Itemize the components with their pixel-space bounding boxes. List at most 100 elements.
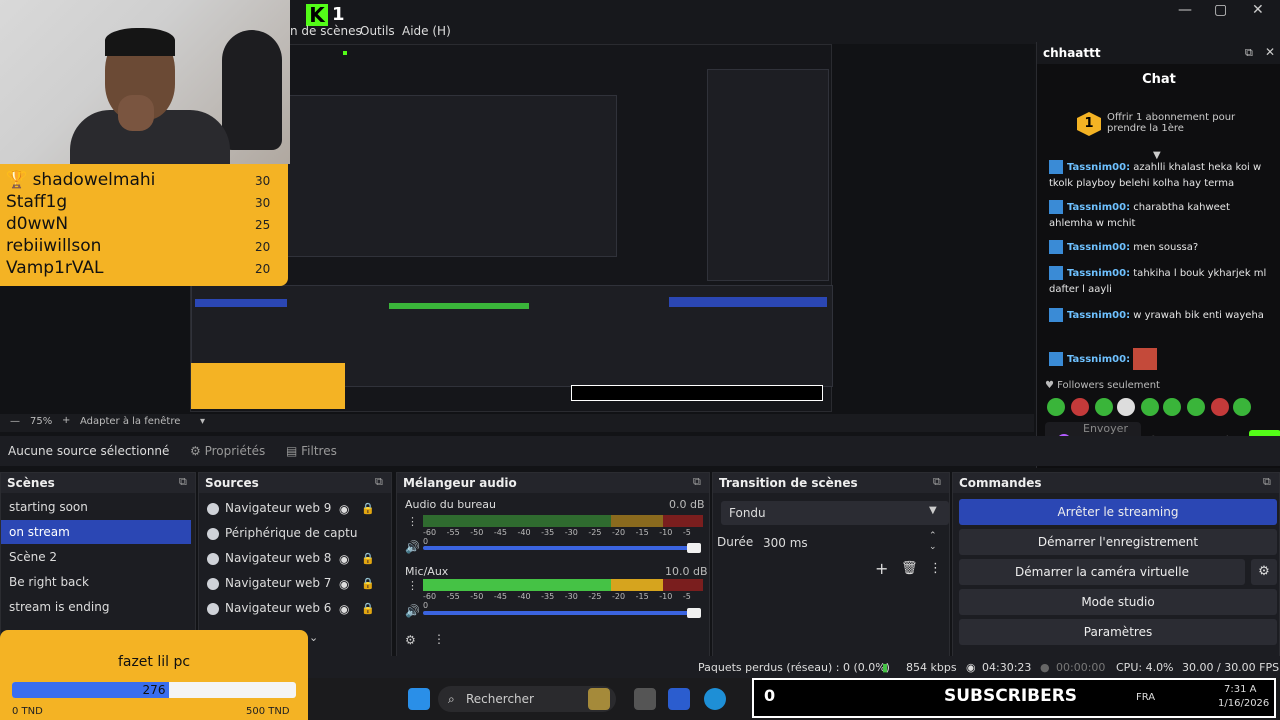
scene-item[interactable]: stream is ending xyxy=(1,595,191,619)
dock-undock-icon[interactable]: ⧉ xyxy=(933,475,941,489)
transition-select[interactable]: Fondu xyxy=(721,501,949,525)
chat-message: Tassnim00: charabtha kahweet ahlemha w m… xyxy=(1049,200,1230,229)
zoom-fit[interactable]: Adapter à la fenêtre xyxy=(80,416,180,427)
heart-icon: ♥ xyxy=(1045,380,1054,391)
leaderboard-score: 20 xyxy=(255,262,271,276)
channel-menu-icon[interactable]: ⋮ xyxy=(407,515,418,528)
advanced-audio-icon[interactable]: ⚙ xyxy=(405,633,416,647)
goal-title: fazet lil pc xyxy=(117,654,191,670)
record-icon: ● xyxy=(1040,661,1050,674)
dropped-frames: Paquets perdus (réseau) : 0 (0.0%) xyxy=(698,661,890,674)
scene-item[interactable]: starting soon xyxy=(1,495,191,519)
audio-meter-red xyxy=(663,579,703,591)
volume-slider[interactable] xyxy=(423,546,695,550)
channel-menu-icon[interactable]: ⋮ xyxy=(407,579,418,592)
dock-undock-icon[interactable]: ⧉ xyxy=(1263,475,1271,489)
emote-icon[interactable] xyxy=(1163,398,1181,416)
emote-icon[interactable] xyxy=(1187,398,1205,416)
leaderboard-row: rebiiwillson xyxy=(6,236,102,256)
emote-icon[interactable] xyxy=(1141,398,1159,416)
source-item[interactable]: Navigateur web 6 xyxy=(207,601,331,615)
maximize-icon[interactable]: ▢ xyxy=(1214,2,1227,18)
chat-channel: chhaattt xyxy=(1043,46,1101,60)
edge-icon[interactable] xyxy=(704,688,726,710)
visibility-eye-icon[interactable]: ◉ xyxy=(339,602,349,616)
emote-icon[interactable] xyxy=(1071,398,1089,416)
widget-icon[interactable] xyxy=(588,688,610,710)
speaker-icon[interactable]: 🔊 xyxy=(405,540,420,554)
lock-icon[interactable]: 🔒 xyxy=(361,602,375,615)
user-badge-icon xyxy=(1049,352,1063,366)
source-item[interactable]: Périphérique de captu xyxy=(207,526,357,540)
lock-icon[interactable]: 🔒 xyxy=(361,577,375,590)
volume-slider[interactable] xyxy=(423,611,695,615)
gear-icon[interactable]: ⚙ xyxy=(1251,559,1277,585)
lock-icon[interactable]: 🔒 xyxy=(361,502,375,515)
emote-icon[interactable] xyxy=(1117,398,1135,416)
visibility-eye-icon[interactable]: ◉ xyxy=(339,552,349,566)
task-view-icon[interactable] xyxy=(634,688,656,710)
zoom-dropdown-icon[interactable]: ▾ xyxy=(200,416,205,427)
volume-slider-knob[interactable] xyxy=(687,608,701,618)
filters-button[interactable]: ▤ Filtres xyxy=(286,444,337,458)
app-icon[interactable] xyxy=(668,688,690,710)
menu-scenes[interactable]: n de scènes xyxy=(290,24,362,38)
mixer-menu-icon[interactable]: ⋮ xyxy=(433,632,445,646)
popout-icon[interactable]: ⧉ xyxy=(1245,46,1253,60)
dock-undock-icon[interactable]: ⧉ xyxy=(693,475,701,489)
user-badge-icon xyxy=(1049,160,1063,174)
visibility-eye-icon[interactable]: ◉ xyxy=(339,577,349,591)
scene-item-selected[interactable]: on stream xyxy=(1,520,191,544)
source-toolbar: Aucune source sélectionné ⚙ Propriétés ▤… xyxy=(0,436,1280,466)
chat-header: chhaattt ⧉ ✕ xyxy=(1037,42,1280,64)
start-virtual-camera-button[interactable]: Démarrer la caméra virtuelle xyxy=(959,559,1245,585)
emote-icon[interactable] xyxy=(1233,398,1251,416)
scene-item[interactable]: Be right back xyxy=(1,570,191,594)
close-chat-icon[interactable]: ✕ xyxy=(1265,45,1275,59)
studio-mode-button[interactable]: Mode studio xyxy=(959,589,1277,615)
dock-undock-icon[interactable]: ⧉ xyxy=(179,475,187,489)
chevron-down-icon[interactable]: ⌄ xyxy=(309,631,318,644)
duration-input[interactable]: 300 ms xyxy=(757,531,943,555)
menu-help[interactable]: Aide (H) xyxy=(402,24,451,38)
speaker-icon[interactable]: 🔊 xyxy=(405,604,420,618)
properties-button[interactable]: ⚙ Propriétés xyxy=(190,444,265,458)
source-item[interactable]: Navigateur web 8 xyxy=(207,551,331,565)
start-recording-button[interactable]: Démarrer l'enregistrement xyxy=(959,529,1277,555)
stop-streaming-button[interactable]: Arrêter le streaming xyxy=(959,499,1277,525)
clock-time: 7:31 A xyxy=(1224,684,1257,695)
menu-icon[interactable]: ⋮ xyxy=(929,561,942,576)
kick-count: 1 xyxy=(332,4,345,25)
leaderboard-row: Staff1g xyxy=(6,192,68,212)
visibility-eye-icon[interactable]: ◉ xyxy=(339,502,349,516)
volume-slider-knob[interactable] xyxy=(687,543,701,553)
dock-undock-icon[interactable]: ⧉ xyxy=(375,475,383,489)
trash-icon[interactable]: 🗑 xyxy=(901,561,918,576)
zoom-in-icon[interactable]: + xyxy=(62,415,70,426)
chevron-down-icon[interactable]: ▼ xyxy=(929,505,937,516)
spinner-icon[interactable]: ⌃ ⌄ xyxy=(929,531,937,553)
channel-db: 10.0 dB xyxy=(665,565,708,578)
lock-icon[interactable]: 🔒 xyxy=(361,552,375,565)
transitions-title: Transition de scènes xyxy=(713,473,949,493)
windows-start-icon[interactable] xyxy=(408,688,430,710)
menu-tools[interactable]: Outils xyxy=(360,24,395,38)
settings-button[interactable]: Paramètres xyxy=(959,619,1277,645)
minimize-icon[interactable]: — xyxy=(1178,2,1192,18)
source-item[interactable]: Navigateur web 9 xyxy=(207,501,331,515)
source-item[interactable]: Navigateur web 7 xyxy=(207,576,331,590)
followers-only: ♥ Followers seulement xyxy=(1045,380,1160,391)
add-icon[interactable]: + xyxy=(875,559,888,578)
scene-item[interactable]: Scène 2 xyxy=(1,545,191,569)
language-indicator[interactable]: FRA xyxy=(1136,692,1155,703)
chat-message: Tassnim00: w yrawah bik enti wayeha xyxy=(1049,308,1271,324)
emote-icon[interactable] xyxy=(1211,398,1229,416)
mixer-title: Mélangeur audio xyxy=(397,473,709,493)
goal-min: 0 TND xyxy=(12,706,43,717)
zoom-out-icon[interactable]: — xyxy=(10,416,20,427)
close-icon[interactable]: ✕ xyxy=(1252,2,1264,18)
emote-icon[interactable] xyxy=(1047,398,1065,416)
user-badge-icon xyxy=(1049,240,1063,254)
emote-icon[interactable] xyxy=(1095,398,1113,416)
commands-title: Commandes xyxy=(953,473,1279,493)
